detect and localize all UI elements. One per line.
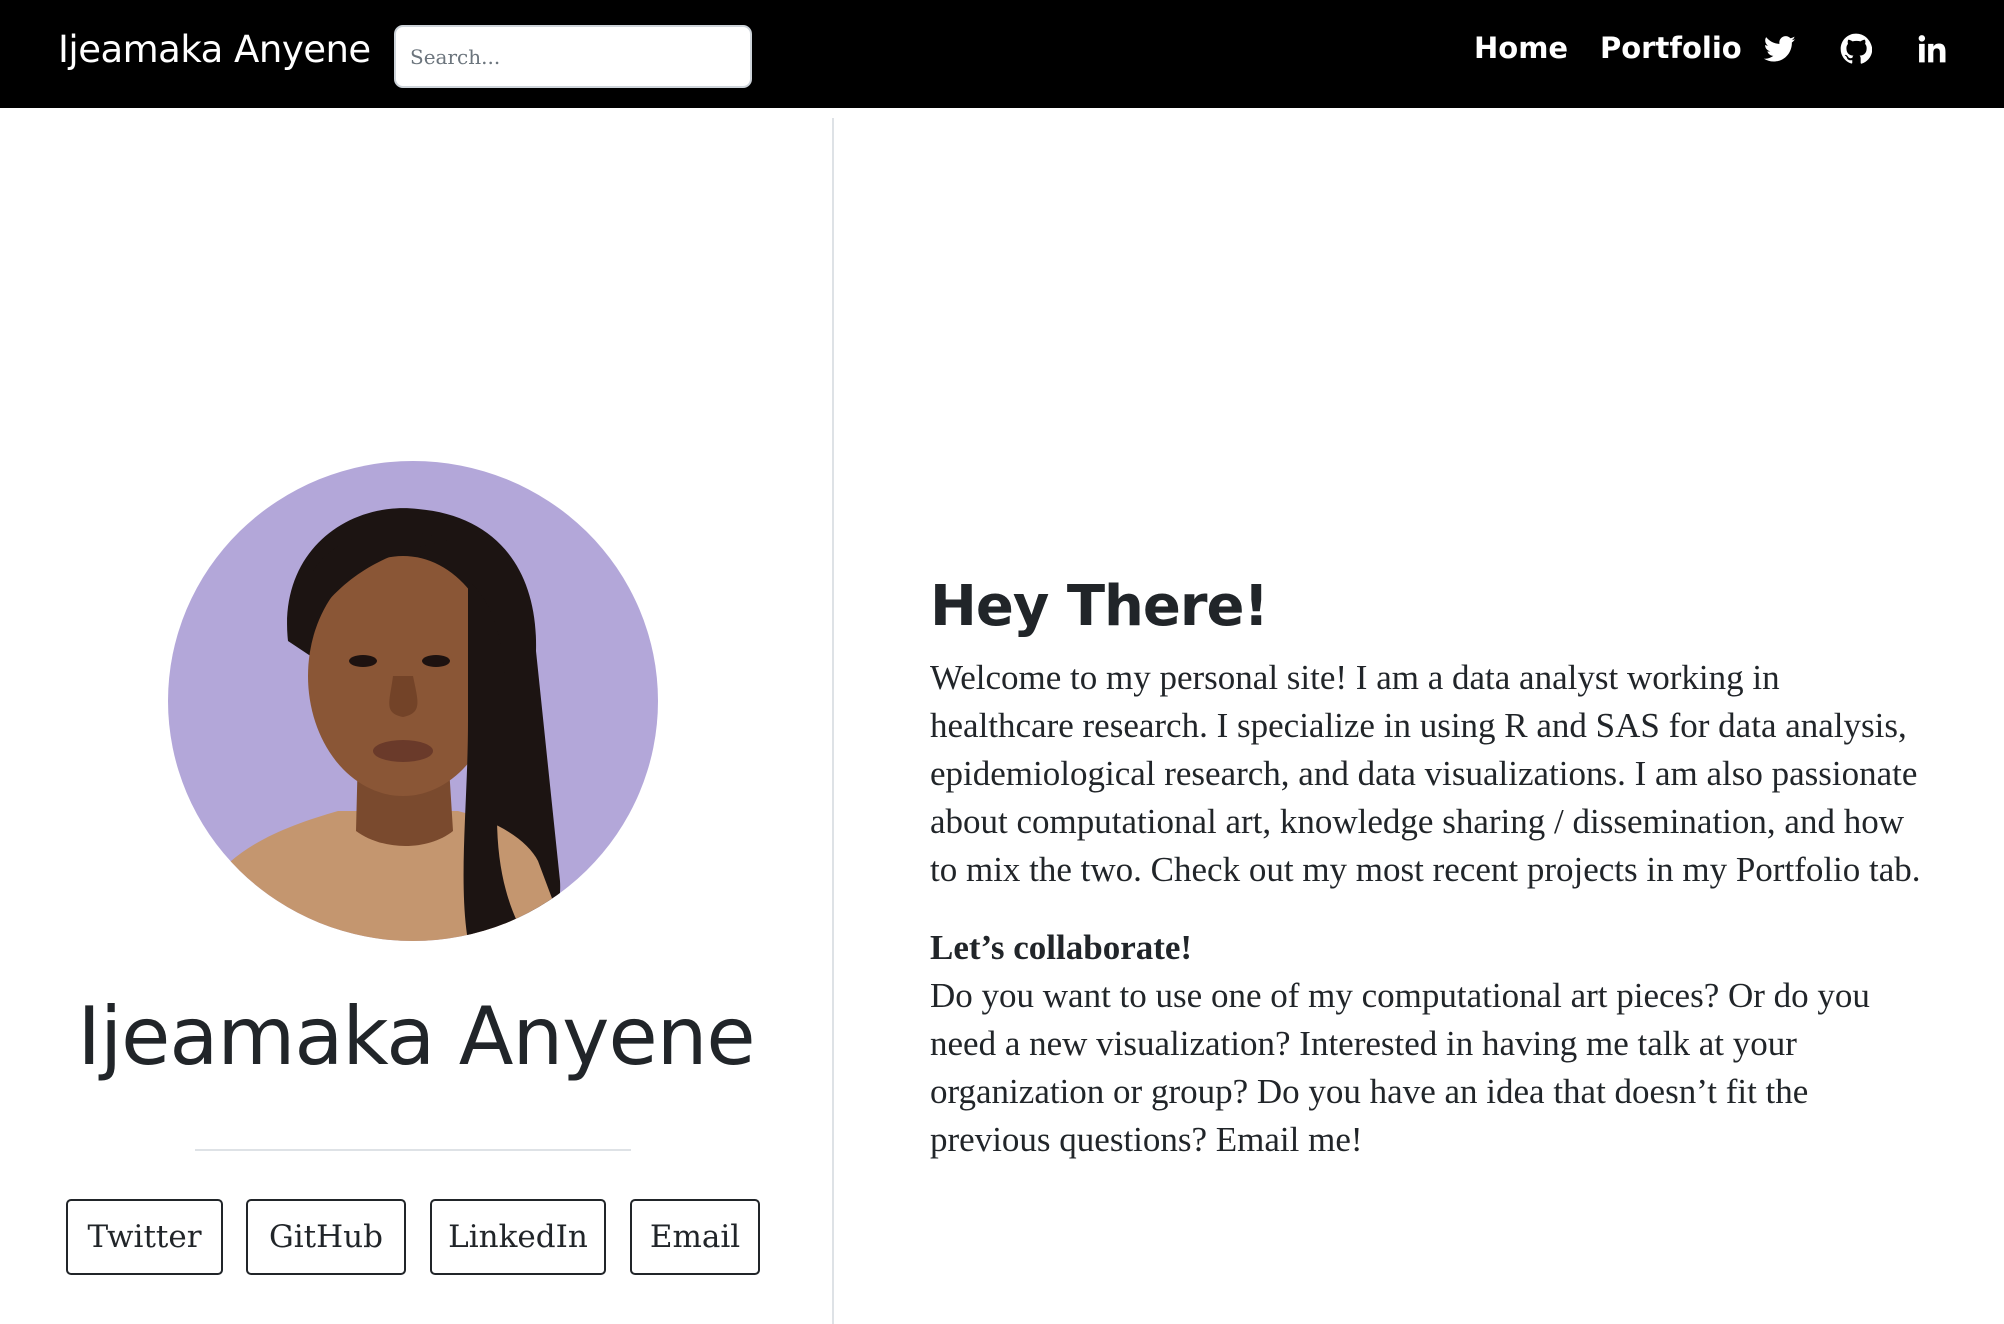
intro-paragraph: Welcome to my personal site! I am a data…	[930, 658, 1921, 889]
page-title: Hey There!	[930, 574, 1269, 639]
email-button[interactable]: Email	[630, 1199, 760, 1275]
name-divider	[195, 1149, 631, 1151]
site-brand[interactable]: Ijeamaka Anyene	[58, 28, 371, 71]
linkedin-icon[interactable]	[1916, 33, 1948, 65]
collaborate-heading: Let’s collaborate!	[930, 928, 1193, 967]
collaborate-paragraph: Do you want to use one of my computation…	[930, 976, 1870, 1159]
profile-photo	[168, 461, 658, 941]
github-icon[interactable]	[1840, 33, 1872, 65]
search-input[interactable]	[394, 25, 752, 88]
github-button[interactable]: GitHub	[246, 1199, 406, 1275]
nav-portfolio-link[interactable]: Portfolio	[1600, 31, 1742, 65]
twitter-icon[interactable]	[1764, 33, 1796, 65]
linkedin-button[interactable]: LinkedIn	[430, 1199, 606, 1275]
column-divider	[832, 118, 834, 1324]
avatar	[168, 461, 658, 941]
nav-home-link[interactable]: Home	[1474, 31, 1568, 65]
profile-name: Ijeamaka Anyene	[77, 990, 755, 1083]
twitter-button[interactable]: Twitter	[66, 1199, 223, 1275]
about-content: Hey There! Welcome to my personal site! …	[930, 572, 1930, 1164]
top-navbar: Ijeamaka Anyene Home Portfolio	[0, 0, 2004, 108]
